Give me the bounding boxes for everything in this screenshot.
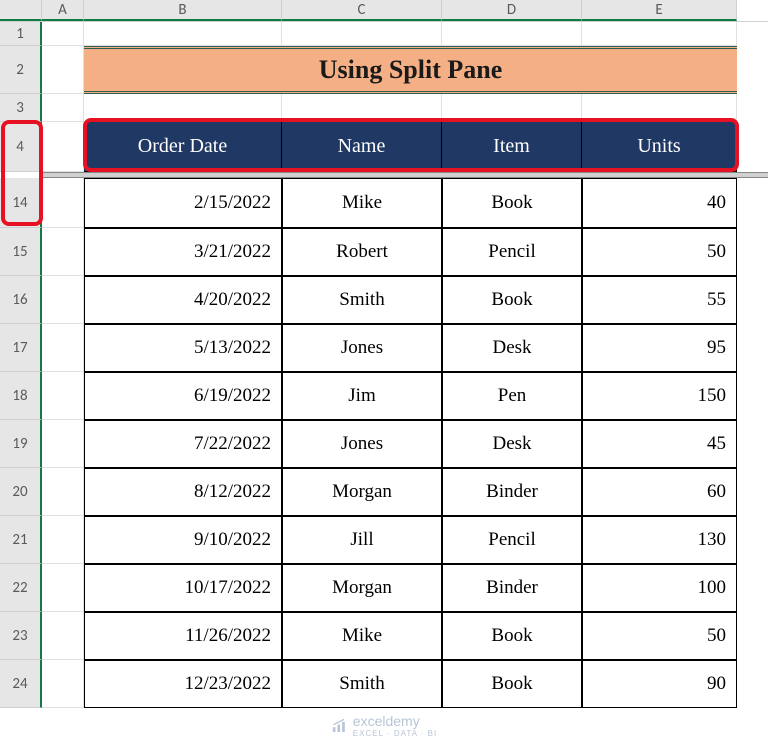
row-header-16[interactable]: 16 [0,276,42,324]
header-units: Units [582,122,737,172]
row-header-14[interactable]: 14 [0,178,42,228]
cell-item[interactable]: Book [442,178,582,228]
watermark: exceldemy EXCEL · DATA · BI [331,713,437,738]
cell-date[interactable]: 6/19/2022 [84,372,282,420]
spreadsheet-view: A B C D E 1 2 3 4 14 15 16 17 18 19 20 2… [0,0,768,756]
cell-item[interactable]: Desk [442,324,582,372]
row-header-17[interactable]: 17 [0,324,42,372]
cell-name[interactable]: Morgan [282,564,442,612]
cell-units[interactable]: 95 [582,324,737,372]
sheet-body: 1 2 3 4 14 15 16 17 18 19 20 21 22 23 24 [0,22,768,756]
column-header-E[interactable]: E [582,0,737,21]
table-row: 7/22/2022 Jones Desk 45 [42,420,737,468]
cell-item[interactable]: Pencil [442,516,582,564]
column-header-B[interactable]: B [84,0,282,21]
cell-item[interactable]: Pen [442,372,582,420]
cell-item[interactable]: Binder [442,468,582,516]
row-header-18[interactable]: 18 [0,372,42,420]
table-row: 5/13/2022 Jones Desk 95 [42,324,737,372]
watermark-tagline: EXCEL · DATA · BI [353,729,437,738]
cell-date[interactable]: 4/20/2022 [84,276,282,324]
cell-name[interactable]: Smith [282,276,442,324]
cell-units[interactable]: 100 [582,564,737,612]
cell-units[interactable]: 55 [582,276,737,324]
cell-units[interactable]: 90 [582,660,737,708]
cell-units[interactable]: 150 [582,372,737,420]
watermark-icon [331,718,347,734]
row-header-19[interactable]: 19 [0,420,42,468]
cell-name[interactable]: Mike [282,178,442,228]
table-row: 11/26/2022 Mike Book 50 [42,612,737,660]
cell-units[interactable]: 50 [582,612,737,660]
row-header-3[interactable]: 3 [0,94,42,122]
cell-date[interactable]: 2/15/2022 [84,178,282,228]
cell-units[interactable]: 45 [582,420,737,468]
row-header-15[interactable]: 15 [0,228,42,276]
cell-date[interactable]: 10/17/2022 [84,564,282,612]
cell-item[interactable]: Desk [442,420,582,468]
watermark-brand: exceldemy [353,713,437,729]
cell-date[interactable]: 12/23/2022 [84,660,282,708]
table-row: 10/17/2022 Morgan Binder 100 [42,564,737,612]
cell-item[interactable]: Pencil [442,228,582,276]
table-row: 12/23/2022 Smith Book 90 [42,660,737,708]
row-header-1[interactable]: 1 [0,22,42,46]
cell-date[interactable]: 8/12/2022 [84,468,282,516]
header-name: Name [282,122,442,172]
cell-item[interactable]: Book [442,612,582,660]
row-header-24[interactable]: 24 [0,660,42,708]
row-header-4[interactable]: 4 [0,122,42,172]
row-header-21[interactable]: 21 [0,516,42,564]
cell-date[interactable]: 5/13/2022 [84,324,282,372]
cell-date[interactable]: 7/22/2022 [84,420,282,468]
cell-date[interactable]: 3/21/2022 [84,228,282,276]
select-all-corner[interactable] [0,0,42,21]
row-header-22[interactable]: 22 [0,564,42,612]
column-header-C[interactable]: C [282,0,442,21]
title-banner: Using Split Pane [84,46,737,94]
row-headers: 1 2 3 4 14 15 16 17 18 19 20 21 22 23 24 [0,22,42,756]
cell-name[interactable]: Jim [282,372,442,420]
cell-item[interactable]: Book [442,660,582,708]
cell-units[interactable]: 130 [582,516,737,564]
column-header-A[interactable]: A [42,0,84,21]
cell-item[interactable]: Book [442,276,582,324]
cell-name[interactable]: Morgan [282,468,442,516]
cell-item[interactable]: Binder [442,564,582,612]
table-row: 8/12/2022 Morgan Binder 60 [42,468,737,516]
cell-date[interactable]: 11/26/2022 [84,612,282,660]
table-row: 9/10/2022 Jill Pencil 130 [42,516,737,564]
cell-name[interactable]: Jones [282,420,442,468]
cell-name[interactable]: Jones [282,324,442,372]
grid-area[interactable]: Using Split Pane Order Date Name Item Un… [42,22,768,756]
cell-name[interactable]: Smith [282,660,442,708]
row-header-20[interactable]: 20 [0,468,42,516]
cell-units[interactable]: 60 [582,468,737,516]
table-row: 6/19/2022 Jim Pen 150 [42,372,737,420]
column-header-D[interactable]: D [442,0,582,21]
cell-units[interactable]: 40 [582,178,737,228]
table-header-row: Order Date Name Item Units [42,122,737,172]
cell-name[interactable]: Robert [282,228,442,276]
header-order-date: Order Date [84,122,282,172]
cell-name[interactable]: Jill [282,516,442,564]
cell-units[interactable]: 50 [582,228,737,276]
column-header-row: A B C D E [0,0,768,22]
header-item: Item [442,122,582,172]
cell-date[interactable]: 9/10/2022 [84,516,282,564]
table-row: 4/20/2022 Smith Book 55 [42,276,737,324]
split-pane-divider[interactable] [42,172,768,178]
table-row: 2/15/2022 Mike Book 40 [42,178,737,228]
row-header-2[interactable]: 2 [0,46,42,94]
cell-name[interactable]: Mike [282,612,442,660]
table-row: 3/21/2022 Robert Pencil 50 [42,228,737,276]
row-header-23[interactable]: 23 [0,612,42,660]
